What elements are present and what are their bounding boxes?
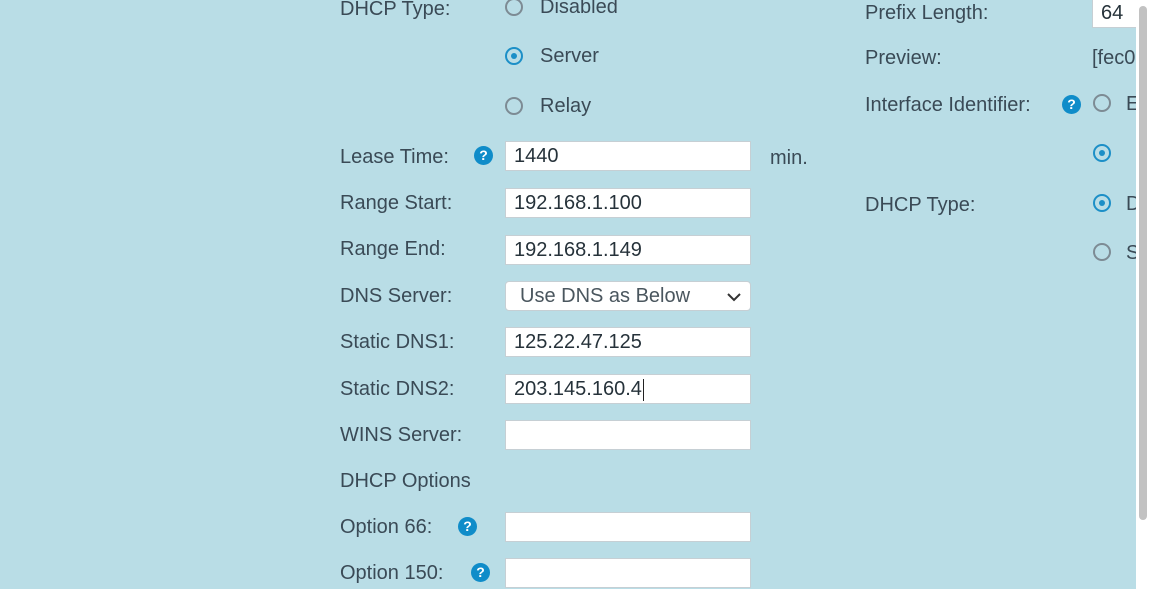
chevron-down-icon xyxy=(727,293,741,302)
dns-server-label: DNS Server: xyxy=(340,285,453,307)
dns-server-select[interactable]: Use DNS as Below xyxy=(505,281,751,311)
wins-server-input[interactable] xyxy=(505,420,751,450)
text-caret xyxy=(642,378,644,401)
scrollbar-thumb[interactable] xyxy=(1139,6,1147,520)
dhcp-type-disabled-label[interactable]: Disabled xyxy=(540,0,618,19)
interface-identifier-label: Interface Identifier: xyxy=(865,94,1031,116)
option66-help-icon[interactable]: ? xyxy=(458,517,477,536)
dhcpv6-type-option1-radio[interactable] xyxy=(1093,194,1111,212)
range-start-input[interactable] xyxy=(505,188,751,218)
static-dns1-input[interactable] xyxy=(505,327,751,357)
lease-time-unit: min. xyxy=(770,147,808,169)
option150-input[interactable] xyxy=(505,558,751,588)
dhcp-type-disabled-radio[interactable] xyxy=(505,0,523,16)
range-end-input[interactable] xyxy=(505,235,751,265)
dhcp-type-relay-label[interactable]: Relay xyxy=(540,94,591,118)
dhcpv6-type-option2-clip: S xyxy=(1124,239,1136,267)
lease-time-help-icon[interactable]: ? xyxy=(474,146,493,165)
prefix-length-label: Prefix Length: xyxy=(865,2,989,24)
lease-time-input[interactable] xyxy=(505,141,751,171)
static-dns2-label: Static DNS2: xyxy=(340,378,455,400)
range-start-label: Range Start: xyxy=(340,192,453,214)
dhcp-type-server-label[interactable]: Server xyxy=(540,44,599,68)
dhcpv6-type-option2-radio[interactable] xyxy=(1093,243,1111,261)
wins-server-label: WINS Server: xyxy=(340,424,463,446)
option66-input[interactable] xyxy=(505,512,751,542)
prefix-length-clip xyxy=(1092,0,1136,30)
dhcp-type-label: DHCP Type: xyxy=(340,0,451,20)
dhcpv6-type-option1-clip: D xyxy=(1124,190,1136,218)
preview-label: Preview: xyxy=(865,47,942,69)
range-end-label: Range End: xyxy=(340,238,446,260)
dhcp-type-relay-radio[interactable] xyxy=(505,97,523,115)
option150-label: Option 150: xyxy=(340,562,444,584)
dhcp-type-server-radio[interactable] xyxy=(505,47,523,65)
option66-label: Option 66: xyxy=(340,516,433,538)
lease-time-label: Lease Time: xyxy=(340,146,449,168)
dhcpv6-type-option2-label[interactable]: S xyxy=(1126,241,1136,265)
interface-identifier-option1-radio[interactable] xyxy=(1093,94,1111,112)
option150-help-icon[interactable]: ? xyxy=(471,563,490,582)
preview-clip: [fec0 xyxy=(1092,44,1136,72)
interface-identifier-help-icon[interactable]: ? xyxy=(1062,95,1081,114)
prefix-length-input[interactable] xyxy=(1092,0,1136,28)
interface-identifier-option1-clip: E xyxy=(1124,90,1136,118)
dhcp-options-heading: DHCP Options xyxy=(340,470,471,492)
static-dns2-value: 203.145.160.4 xyxy=(514,378,642,400)
dhcpv6-type-label: DHCP Type: xyxy=(865,194,976,216)
static-dns2-input[interactable]: 203.145.160.4 xyxy=(505,374,751,404)
static-dns1-label: Static DNS1: xyxy=(340,331,455,353)
interface-identifier-option1-label[interactable]: E xyxy=(1126,92,1136,116)
dns-server-selected-value: Use DNS as Below xyxy=(520,285,691,307)
interface-identifier-option2-radio[interactable] xyxy=(1093,144,1111,162)
preview-value: [fec0 xyxy=(1092,47,1136,69)
dhcpv6-type-option1-label[interactable]: D xyxy=(1126,192,1136,216)
